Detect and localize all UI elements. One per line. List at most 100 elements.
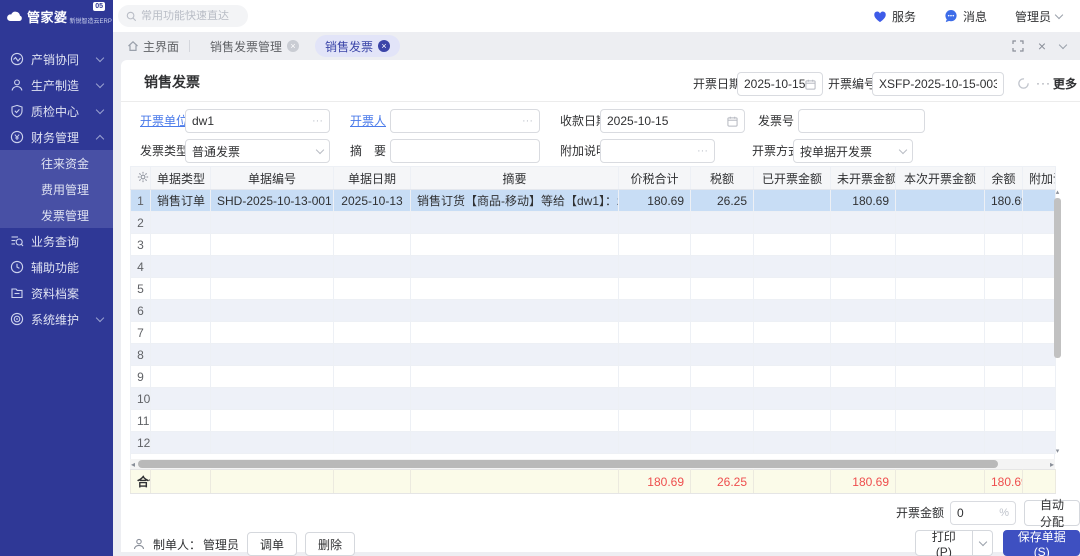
- billing-unit-field[interactable]: ···: [185, 109, 330, 133]
- delete-button[interactable]: 删除: [305, 532, 355, 556]
- gear-icon[interactable]: [131, 167, 151, 190]
- horizontal-scrollbar[interactable]: ◂ ▸: [130, 459, 1055, 469]
- sidebar-subitem[interactable]: 费用管理: [0, 176, 113, 202]
- invoice-number-input[interactable]: [805, 114, 918, 128]
- drawer-field[interactable]: ···: [390, 109, 540, 133]
- sidebar-item-6[interactable]: 资料档案: [0, 280, 113, 306]
- column-header[interactable]: 余额: [985, 167, 1023, 190]
- table-row[interactable]: 7: [131, 322, 1056, 344]
- sidebar-item-4[interactable]: 业务查询: [0, 228, 113, 254]
- column-header[interactable]: 单据类型: [151, 167, 211, 190]
- note-input[interactable]: [607, 144, 694, 158]
- tab-1[interactable]: 销售发票×: [315, 35, 400, 57]
- invoice-number-label: 发票号: [758, 109, 794, 133]
- print-button[interactable]: 打印(P): [915, 530, 973, 556]
- tab-close-icon[interactable]: ×: [287, 40, 299, 52]
- invoice-type-select[interactable]: [185, 139, 330, 163]
- column-header[interactable]: 单据编号: [211, 167, 334, 190]
- invoice-type-value[interactable]: [192, 144, 317, 158]
- tab-close-icon[interactable]: ×: [378, 40, 390, 52]
- fullscreen-icon[interactable]: [1012, 40, 1024, 52]
- receipt-date-input[interactable]: [607, 114, 727, 128]
- amount-input[interactable]: [957, 506, 996, 520]
- sidebar-item-3[interactable]: 财务管理: [0, 124, 113, 150]
- table-row[interactable]: 9: [131, 366, 1056, 388]
- table-row[interactable]: 2: [131, 212, 1056, 234]
- sidebar-item-1[interactable]: 生产制造: [0, 72, 113, 98]
- sidebar-subitem[interactable]: 发票管理: [0, 202, 113, 228]
- column-header[interactable]: 税额: [691, 167, 754, 190]
- table-row[interactable]: 12: [131, 432, 1056, 454]
- more-dots-icon[interactable]: ···: [1036, 76, 1051, 90]
- sidebar-item-7[interactable]: 系统维护: [0, 306, 113, 332]
- summary-field[interactable]: [390, 139, 540, 163]
- scroll-up-icon[interactable]: ▴: [1054, 188, 1061, 196]
- table-row[interactable]: 11: [131, 410, 1056, 432]
- service-label: 服务: [892, 8, 916, 25]
- column-header[interactable]: 未开票金额: [831, 167, 896, 190]
- billing-unit-label[interactable]: 开票单位: [140, 109, 188, 133]
- tab-home[interactable]: 主界面: [127, 38, 179, 55]
- sidebar-subitem[interactable]: 往来资金: [0, 150, 113, 176]
- drawer-label[interactable]: 开票人: [350, 109, 386, 133]
- save-button[interactable]: 保存单据(S): [1003, 530, 1080, 556]
- chevron-down-icon: [96, 79, 104, 87]
- table-row[interactable]: 6: [131, 300, 1056, 322]
- table-row[interactable]: 5: [131, 278, 1056, 300]
- scroll-right-icon[interactable]: ▸: [1050, 460, 1054, 469]
- invoice-date-field[interactable]: [737, 72, 823, 96]
- summary-input[interactable]: [397, 144, 533, 158]
- invoice-no-input[interactable]: [879, 77, 997, 91]
- column-header[interactable]: 摘要: [411, 167, 619, 190]
- column-header[interactable]: 附加说明: [1023, 167, 1056, 190]
- vscroll-thumb[interactable]: [1054, 198, 1061, 358]
- column-header[interactable]: 本次开票金额: [896, 167, 985, 190]
- table-row[interactable]: 4: [131, 256, 1056, 278]
- sidebar-item-2[interactable]: 质检中心: [0, 98, 113, 124]
- user-menu[interactable]: 管理员: [1015, 8, 1062, 25]
- close-icon[interactable]: ×: [1038, 39, 1046, 53]
- sidebar-item-5[interactable]: 辅助功能: [0, 254, 113, 280]
- scroll-down-icon[interactable]: ▾: [1054, 447, 1061, 455]
- table-row[interactable]: 10: [131, 388, 1056, 410]
- amount-field[interactable]: %: [950, 501, 1016, 525]
- service-menu[interactable]: 服务: [873, 8, 916, 25]
- billing-method-value[interactable]: [800, 144, 900, 158]
- drawer-input[interactable]: [397, 114, 519, 128]
- collapse-chevron-icon[interactable]: [1059, 40, 1067, 48]
- divider: [121, 101, 1080, 102]
- table-row[interactable]: 8: [131, 344, 1056, 366]
- tab-0[interactable]: 销售发票管理×: [200, 35, 309, 57]
- auto-assign-button[interactable]: 自动分配: [1024, 500, 1080, 526]
- ellipsis-picker-icon[interactable]: ···: [522, 115, 533, 127]
- ellipsis-picker-icon[interactable]: ···: [697, 145, 708, 157]
- table-row[interactable]: 3: [131, 234, 1056, 256]
- sidebar-item-0[interactable]: 产销协同: [0, 46, 113, 72]
- billing-unit-input[interactable]: [192, 114, 309, 128]
- note-field[interactable]: ···: [600, 139, 715, 163]
- billing-method-select[interactable]: [793, 139, 913, 163]
- receipt-date-field[interactable]: [600, 109, 745, 133]
- calendar-icon: [805, 79, 816, 90]
- quick-search[interactable]: [118, 5, 248, 27]
- print-dropdown-button[interactable]: [973, 530, 994, 556]
- refresh-icon[interactable]: [1017, 77, 1030, 90]
- invoice-no-field[interactable]: [872, 72, 1004, 96]
- scroll-left-icon[interactable]: ◂: [131, 460, 135, 469]
- column-header[interactable]: 价税合计: [619, 167, 691, 190]
- more-link[interactable]: 更多: [1053, 72, 1077, 96]
- hscroll-thumb[interactable]: [138, 460, 998, 468]
- sidebar-item-label: 辅助功能: [31, 259, 79, 276]
- column-header[interactable]: 单据日期: [334, 167, 411, 190]
- recall-button[interactable]: 调单: [247, 532, 297, 556]
- invoice-number-field[interactable]: [798, 109, 925, 133]
- invoice-date-input[interactable]: [744, 77, 805, 91]
- column-header[interactable]: 已开票金额: [754, 167, 831, 190]
- vertical-scrollbar[interactable]: ▴ ▾: [1054, 190, 1061, 453]
- search-input[interactable]: [141, 10, 241, 22]
- app-logo: 管家婆 新锐智造云ERP 05: [0, 0, 113, 32]
- message-menu[interactable]: 消息: [944, 8, 987, 25]
- chevron-down-icon: [978, 537, 986, 545]
- ellipsis-picker-icon[interactable]: ···: [312, 115, 323, 127]
- table-row[interactable]: 1销售订单SHD-2025-10-13-0012025-10-13销售订货【商品…: [131, 190, 1056, 212]
